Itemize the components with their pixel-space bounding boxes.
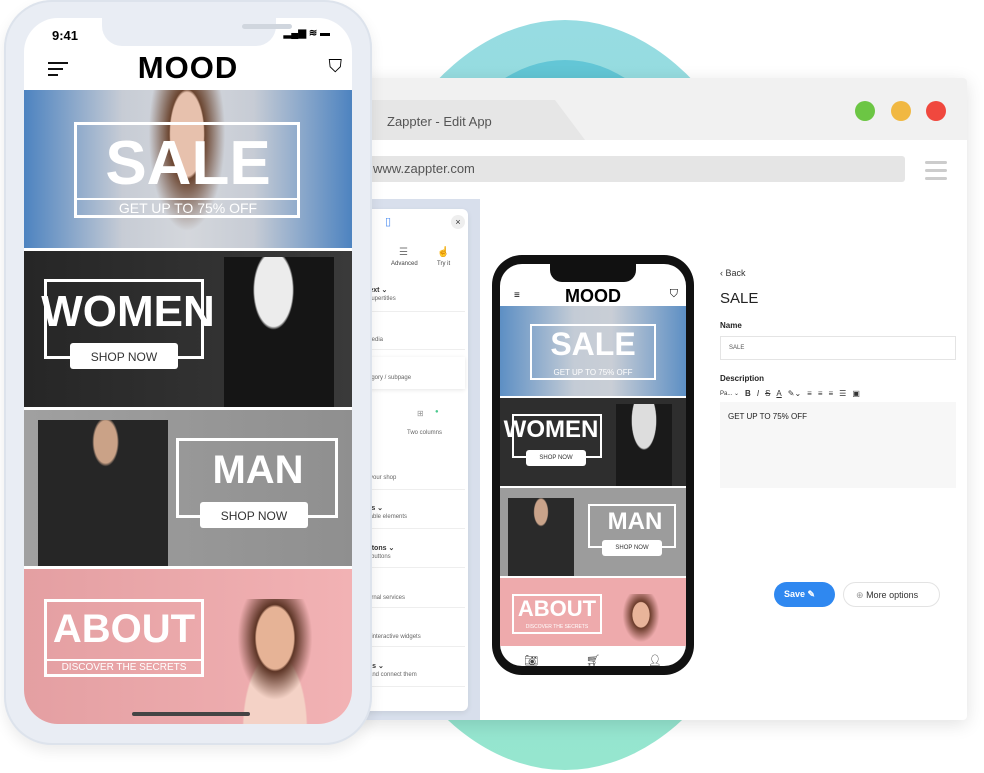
- app-logo: MOOD: [137, 50, 239, 85]
- strikethrough-button[interactable]: S: [765, 389, 770, 398]
- banner-man[interactable]: MAN SHOP NOW: [24, 410, 352, 566]
- pencil-icon: ✎: [807, 589, 816, 599]
- minimize-button[interactable]: [891, 101, 911, 121]
- try-it-icon: ☝: [437, 247, 450, 258]
- tab-title: Zappter - Edit App: [387, 114, 492, 129]
- banner-about[interactable]: ABOUT DISCOVER THE SECRETS: [24, 569, 352, 724]
- banner-about[interactable]: ABOUT DISCOVER THE SECRETS: [500, 578, 686, 646]
- shopping-bag-icon[interactable]: ⛉: [329, 56, 343, 77]
- plus-circle-icon: ⊕: [856, 590, 864, 600]
- name-label: Name: [720, 321, 742, 330]
- clear-format-icon[interactable]: ▣: [852, 389, 860, 398]
- back-link[interactable]: ‹ Back: [720, 268, 960, 278]
- save-button[interactable]: Save ✎: [774, 582, 835, 607]
- banner-women[interactable]: WOMEN SHOP NOW: [24, 251, 352, 407]
- two-columns-icon: ⊞: [417, 409, 424, 418]
- align-center-icon[interactable]: ≡: [818, 389, 823, 398]
- close-panel-icon[interactable]: ×: [451, 215, 465, 229]
- italic-button[interactable]: I: [757, 389, 759, 398]
- app-logo: MOOD: [565, 286, 621, 306]
- justify-icon[interactable]: ☰: [839, 389, 846, 398]
- phone-mockup: 9:41 ▂▄▆ ≋ ▬ MOOD ⛉ SALE GET UP TO 75% O…: [4, 0, 372, 745]
- description-label: Description: [720, 374, 765, 383]
- banner-sale[interactable]: SALE GET UP TO 75% OFF: [24, 90, 352, 248]
- name-input[interactable]: SALE: [720, 336, 956, 360]
- close-button[interactable]: [926, 101, 946, 121]
- tab-advanced[interactable]: Advanced: [391, 261, 418, 267]
- hamburger-menu-icon[interactable]: [925, 161, 947, 185]
- banner-man[interactable]: MAN SHOP NOW: [500, 488, 686, 576]
- paragraph-select[interactable]: Pa... ⌄: [720, 390, 739, 397]
- profile-icon[interactable]: 👤︎: [648, 654, 662, 667]
- address-bar[interactable]: www.zappter.com: [355, 156, 905, 182]
- phone-preview: ≡ MOOD ⛉ SALE GET UP TO 75% OFF WOMEN SH…: [492, 255, 694, 675]
- browser-tab[interactable]: Zappter - Edit App ⊗: [355, 100, 585, 140]
- camera-icon[interactable]: 📷︎: [524, 654, 538, 667]
- mobile-device-icon[interactable]: ▯: [385, 215, 391, 228]
- home-indicator: [132, 712, 250, 716]
- description-editor[interactable]: GET UP TO 75% OFF: [720, 402, 956, 488]
- item-editor: ‹ Back SALE Name SALE Description Pa... …: [720, 268, 960, 488]
- rich-text-toolbar: Pa... ⌄ B I S A ✎⌄ ≡ ≡ ≡ ☰ ▣: [720, 389, 960, 398]
- align-left-icon[interactable]: ≡: [807, 389, 812, 398]
- tab-close-icon[interactable]: ⊗: [571, 110, 579, 121]
- bold-button[interactable]: B: [745, 389, 751, 398]
- tab-bar: 📷︎ 🛒︎ 👤︎: [500, 646, 686, 667]
- text-color-button[interactable]: A: [776, 389, 781, 398]
- tab-try-it[interactable]: Try it: [437, 261, 450, 267]
- maximize-button[interactable]: [855, 101, 875, 121]
- cart-icon[interactable]: 🛒︎: [586, 654, 600, 667]
- align-right-icon[interactable]: ≡: [829, 389, 834, 398]
- status-dot-icon: ●: [435, 409, 439, 415]
- banner-women[interactable]: WOMEN SHOP NOW: [500, 398, 686, 486]
- two-columns-label[interactable]: Two columns: [407, 430, 442, 436]
- title-bar: Zappter - Edit App ⊗: [355, 78, 967, 140]
- page-title: SALE: [720, 290, 759, 307]
- more-options-button[interactable]: ⊕ More options: [843, 582, 940, 607]
- advanced-icon: ☰: [399, 247, 408, 258]
- highlight-icon[interactable]: ✎⌄: [788, 389, 801, 398]
- banner-sale[interactable]: SALE GET UP TO 75% OFF: [500, 306, 686, 396]
- shopping-bag-icon[interactable]: ⛉: [670, 288, 678, 301]
